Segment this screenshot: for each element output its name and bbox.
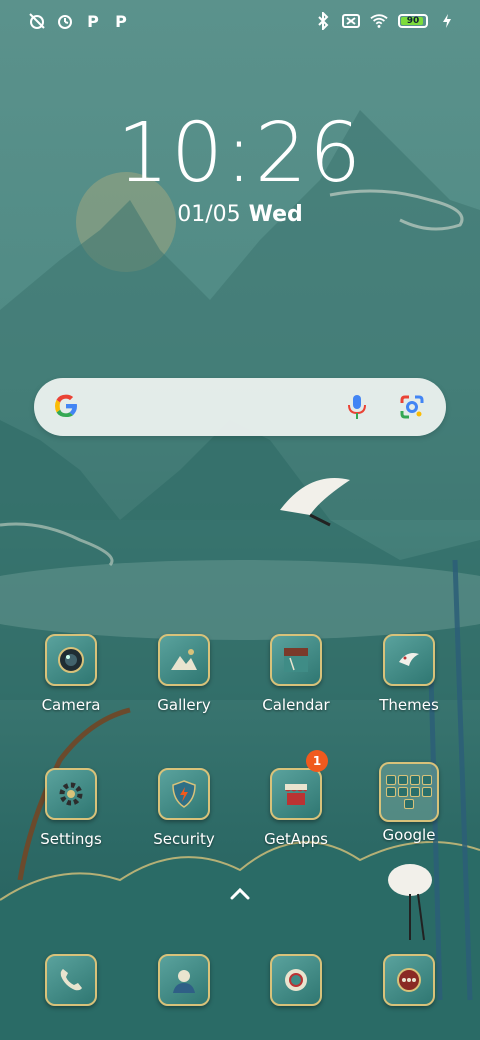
p-icon: P: [115, 11, 127, 31]
app-themes[interactable]: Themes: [354, 634, 464, 714]
alarm-off-icon: [28, 12, 46, 30]
app-label: Settings: [40, 830, 102, 848]
folder-icon: [379, 762, 439, 822]
store-icon: 1: [270, 750, 328, 820]
app-label: Themes: [379, 696, 439, 714]
app-label: Camera: [41, 696, 101, 714]
clock-date-row[interactable]: 01/05 Wed: [0, 202, 480, 227]
mist: [0, 560, 480, 640]
battery-indicator: 90: [398, 14, 428, 28]
phone-icon: [45, 954, 97, 1006]
app-camera[interactable]: Camera: [16, 634, 126, 714]
dock-phone[interactable]: [16, 954, 126, 1006]
clock-time[interactable]: 10:26: [0, 106, 480, 201]
google-g-icon: [52, 392, 80, 424]
app-settings[interactable]: Settings: [16, 768, 126, 848]
notification-badge: 1: [306, 750, 328, 772]
gear-icon: [45, 768, 97, 820]
app-calendar[interactable]: Calendar: [241, 634, 351, 714]
app-label: Calendar: [262, 696, 330, 714]
gallery-icon: [158, 634, 210, 686]
messages-icon: [383, 954, 435, 1006]
status-bar: P P 90: [0, 8, 480, 36]
calendar-icon: [270, 634, 322, 686]
app-gallery[interactable]: Gallery: [129, 634, 239, 714]
alarm-clock-icon: [56, 12, 74, 30]
lens-icon[interactable]: [398, 393, 426, 425]
battery-level-label: 90: [406, 16, 420, 26]
dock-messages[interactable]: [354, 954, 464, 1006]
chrome-icon: [270, 954, 322, 1006]
mic-icon[interactable]: [346, 393, 368, 425]
no-sim-icon: [342, 12, 360, 30]
app-label: GetApps: [264, 830, 328, 848]
bluetooth-icon: [314, 12, 332, 30]
p-icon: P: [87, 11, 99, 31]
app-label: Security: [153, 830, 215, 848]
dock-chrome[interactable]: [241, 954, 351, 1006]
shield-icon: [158, 768, 210, 820]
app-security[interactable]: Security: [129, 768, 239, 848]
themes-icon: [383, 634, 435, 686]
app-getapps[interactable]: 1 GetApps: [241, 750, 351, 848]
clock-date: 01/05: [177, 202, 241, 227]
clock-weekday: Wed: [248, 202, 303, 227]
dock-contacts[interactable]: [129, 954, 239, 1006]
camera-icon: [45, 634, 97, 686]
wifi-icon: [370, 12, 388, 30]
chevron-up-icon[interactable]: [228, 886, 252, 906]
folder-google[interactable]: Google: [354, 762, 464, 844]
app-label: Google: [382, 826, 436, 844]
google-search-bar[interactable]: [34, 378, 446, 436]
contacts-icon: [158, 954, 210, 1006]
charging-bolt-icon: [438, 12, 456, 30]
app-label: Gallery: [157, 696, 211, 714]
